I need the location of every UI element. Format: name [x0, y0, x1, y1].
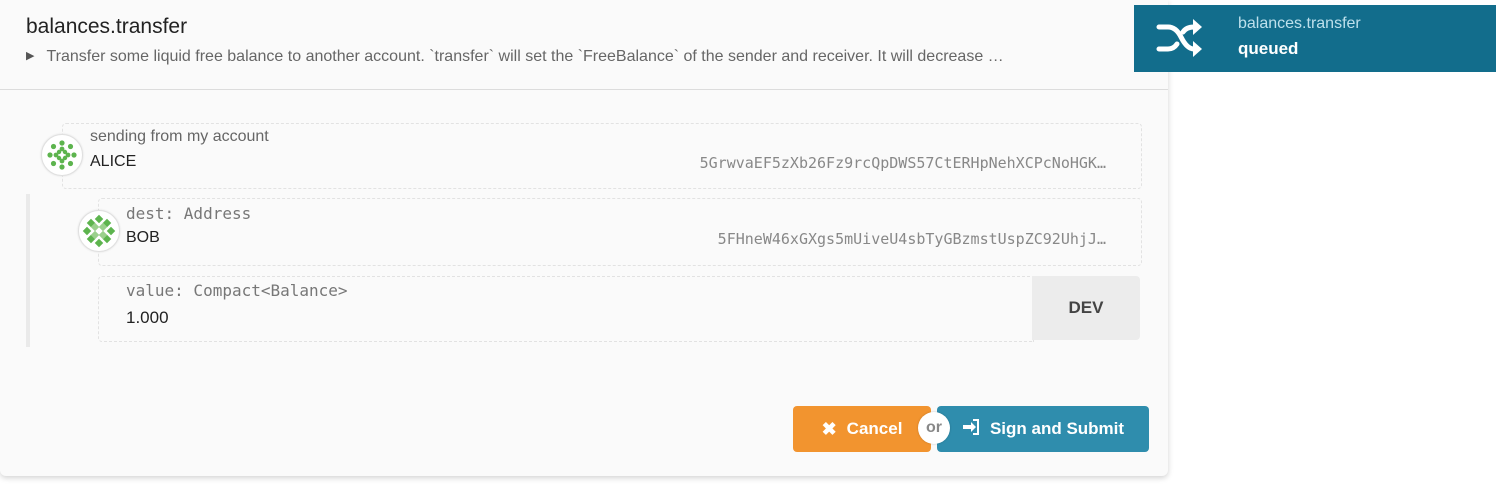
cancel-label: Cancel — [846, 419, 903, 438]
value-param-label: value: Compact<Balance> — [126, 281, 348, 300]
sign-and-submit-button[interactable]: Sign and Submit — [937, 406, 1149, 452]
or-separator: or — [918, 412, 950, 444]
value-amount-input[interactable]: 1.000 — [126, 308, 169, 328]
sender-label: sending from my account — [90, 128, 269, 145]
toast-status: queued — [1238, 39, 1299, 58]
sender-identicon-icon — [41, 134, 83, 176]
transfer-modal: balances.transfer ▶ Transfer some liquid … — [0, 0, 1168, 476]
unit-selector[interactable]: DEV — [1032, 276, 1140, 340]
dest-account-name: BOB — [126, 229, 160, 246]
params-indent-bar — [26, 194, 30, 347]
close-icon: ✖ — [821, 418, 837, 439]
dest-identicon-icon — [78, 210, 120, 252]
dest-address: 5FHneW46xGXgs5mUiveU4sbTyGBzmstUspZC92Uh… — [717, 230, 1106, 248]
extrinsic-description[interactable]: ▶ Transfer some liquid free balance to an… — [26, 48, 1004, 66]
status-toast[interactable]: balances.transfer queued — [1134, 5, 1496, 72]
modal-title: balances.transfer — [26, 15, 188, 38]
submit-label: Sign and Submit — [989, 419, 1125, 438]
toast-title: balances.transfer — [1238, 15, 1361, 32]
sender-address: 5GrwvaEF5zXb26Fz9rcQpDWS57CtERHpNehXCPcN… — [699, 154, 1106, 172]
sign-in-icon — [962, 418, 980, 440]
shuffle-icon — [1156, 18, 1202, 63]
expand-triangle-icon[interactable]: ▶ — [26, 50, 34, 62]
sender-account-name: ALICE — [90, 153, 137, 170]
modal-header: balances.transfer ▶ Transfer some liquid … — [0, 0, 1168, 90]
cancel-button[interactable]: ✖ Cancel — [793, 406, 931, 452]
dest-param-label: dest: Address — [126, 204, 252, 223]
description-text: Transfer some liquid free balance to ano… — [46, 48, 1004, 65]
